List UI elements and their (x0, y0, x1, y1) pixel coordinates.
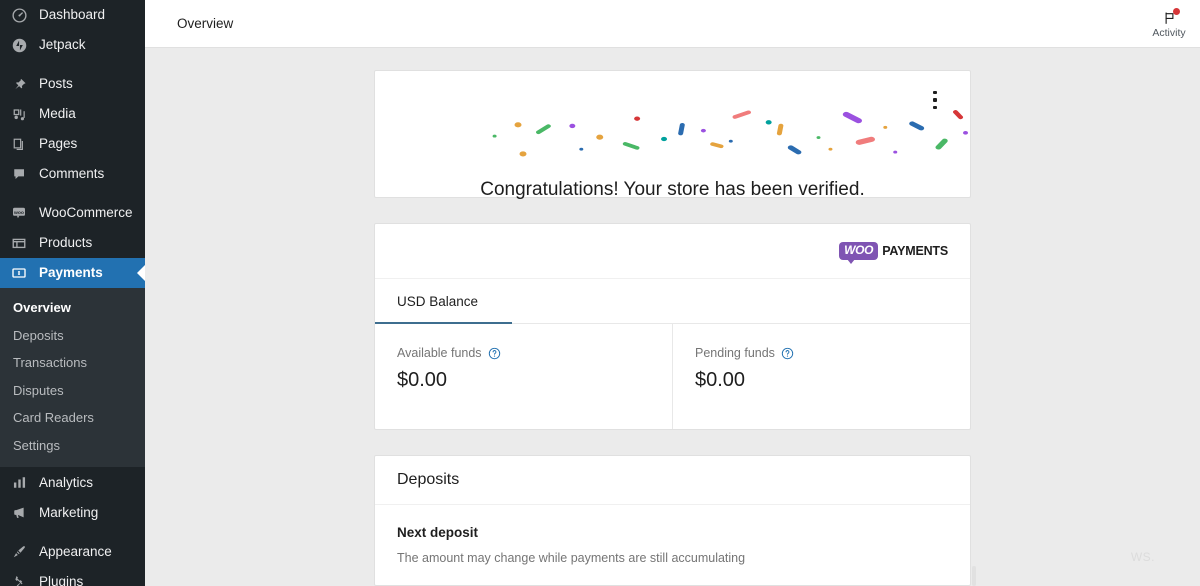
submenu-item-deposits[interactable]: Deposits (0, 322, 145, 350)
confetti-graphic (375, 91, 970, 171)
comments-icon (8, 167, 30, 182)
sidebar-item-label: Pages (39, 137, 77, 151)
woopayments-logo: WOO PAYMENTS (839, 242, 948, 260)
sidebar-item-label: Comments (39, 167, 104, 181)
congratulations-message: Congratulations! Your store has been ver… (375, 179, 970, 201)
page-header: Overview Activity (145, 0, 1200, 48)
analytics-icon (8, 475, 30, 490)
sidebar-item-jetpack[interactable]: Jetpack (0, 30, 145, 60)
flag-icon (1162, 9, 1177, 26)
jetpack-icon (8, 38, 30, 53)
sidebar-item-products[interactable]: Products (0, 228, 145, 258)
sidebar-item-label: Appearance (39, 545, 112, 559)
submenu-item-card-readers[interactable]: Card Readers (0, 404, 145, 432)
appearance-icon (8, 544, 30, 559)
sidebar-item-pages[interactable]: Pages (0, 129, 145, 159)
products-icon (8, 235, 30, 251)
sidebar-item-woocommerce[interactable]: woo WooCommerce (0, 198, 145, 228)
sidebar-item-label: Products (39, 236, 92, 250)
sidebar-item-appearance[interactable]: Appearance (0, 536, 145, 566)
woocommerce-icon: woo (8, 205, 30, 221)
sidebar-group-store: woo WooCommerce Products Payments (0, 198, 145, 288)
sidebar-item-label: Posts (39, 77, 73, 91)
pending-funds-column: Pending funds $0.00 (672, 324, 970, 429)
activity-label: Activity (1152, 27, 1185, 39)
balance-tabs: USD Balance (375, 279, 970, 324)
sidebar-item-label: Analytics (39, 476, 93, 490)
woopayments-wordmark: PAYMENTS (882, 244, 948, 258)
sidebar-item-analytics[interactable]: Analytics (0, 467, 145, 497)
sidebar-group-main: Dashboard Jetpack (0, 0, 145, 60)
activity-button[interactable]: Activity (1138, 0, 1200, 48)
next-deposit-title: Next deposit (397, 525, 948, 540)
admin-page: Dashboard Jetpack Posts Media (0, 0, 1200, 586)
sidebar-item-label: Plugins (39, 575, 83, 586)
payments-submenu: Overview Deposits Transactions Disputes … (0, 288, 145, 467)
woopayments-logo-row: WOO PAYMENTS (375, 224, 970, 279)
sidebar-item-label: WooCommerce (39, 206, 133, 220)
sidebar-item-payments[interactable]: Payments (0, 258, 145, 288)
plugins-icon (8, 574, 30, 586)
submenu-item-overview[interactable]: Overview (0, 294, 145, 322)
sidebar-group-site: Appearance Plugins (0, 536, 145, 586)
balance-card: WOO PAYMENTS USD Balance Available funds (374, 223, 971, 430)
sidebar-item-media[interactable]: Media (0, 99, 145, 129)
sidebar-item-posts[interactable]: Posts (0, 69, 145, 99)
watermark: WS. (1131, 550, 1155, 564)
main-region: Overview Activity Congratulations! Your … (145, 0, 1200, 586)
media-icon (8, 107, 30, 122)
sidebar-divider (0, 189, 145, 198)
sidebar-divider (0, 60, 145, 69)
pending-funds-label: Pending funds (695, 346, 775, 360)
help-circle-icon[interactable] (781, 347, 794, 360)
page-title: Overview (177, 16, 233, 31)
funds-row: Available funds $0.00 Pending funds (375, 324, 970, 429)
page-content: Congratulations! Your store has been ver… (145, 48, 1200, 586)
pending-funds-amount: $0.00 (695, 369, 970, 392)
tab-usd-balance[interactable]: USD Balance (375, 279, 512, 323)
congratulations-card: Congratulations! Your store has been ver… (374, 70, 971, 198)
sidebar-item-plugins[interactable]: Plugins (0, 566, 145, 586)
payments-card-icon (8, 265, 30, 281)
submenu-item-disputes[interactable]: Disputes (0, 377, 145, 405)
sidebar-item-label: Jetpack (39, 38, 86, 52)
available-funds-column: Available funds $0.00 (375, 324, 672, 429)
dashboard-icon (8, 8, 30, 23)
sidebar-group-content: Posts Media Pages Comments (0, 69, 145, 189)
next-deposit-note: The amount may change while payments are… (397, 551, 948, 565)
available-funds-label: Available funds (397, 346, 482, 360)
pages-icon (8, 137, 30, 152)
pending-funds-label-row: Pending funds (695, 346, 970, 360)
admin-sidebar: Dashboard Jetpack Posts Media (0, 0, 145, 586)
deposits-card: Deposits Next deposit The amount may cha… (374, 455, 971, 586)
content-scrollbar[interactable] (972, 566, 976, 586)
next-deposit-section: Next deposit The amount may change while… (375, 505, 970, 585)
sidebar-item-marketing[interactable]: Marketing (0, 497, 145, 527)
pin-icon (8, 77, 30, 92)
sidebar-item-label: Dashboard (39, 8, 105, 22)
svg-text:woo: woo (13, 211, 24, 216)
sidebar-item-dashboard[interactable]: Dashboard (0, 0, 145, 30)
sidebar-item-comments[interactable]: Comments (0, 159, 145, 189)
available-funds-amount: $0.00 (397, 369, 672, 392)
help-circle-icon[interactable] (488, 347, 501, 360)
sidebar-item-label: Payments (39, 266, 103, 280)
submenu-item-transactions[interactable]: Transactions (0, 349, 145, 377)
sidebar-item-label: Marketing (39, 506, 98, 520)
deposits-heading: Deposits (375, 456, 970, 505)
submenu-item-settings[interactable]: Settings (0, 432, 145, 460)
woo-badge: WOO (839, 242, 878, 260)
sidebar-divider (0, 527, 145, 536)
notification-dot (1173, 8, 1180, 15)
marketing-icon (8, 505, 30, 520)
sidebar-item-label: Media (39, 107, 76, 121)
sidebar-group-analytics: Analytics Marketing (0, 467, 145, 527)
available-funds-label-row: Available funds (397, 346, 672, 360)
